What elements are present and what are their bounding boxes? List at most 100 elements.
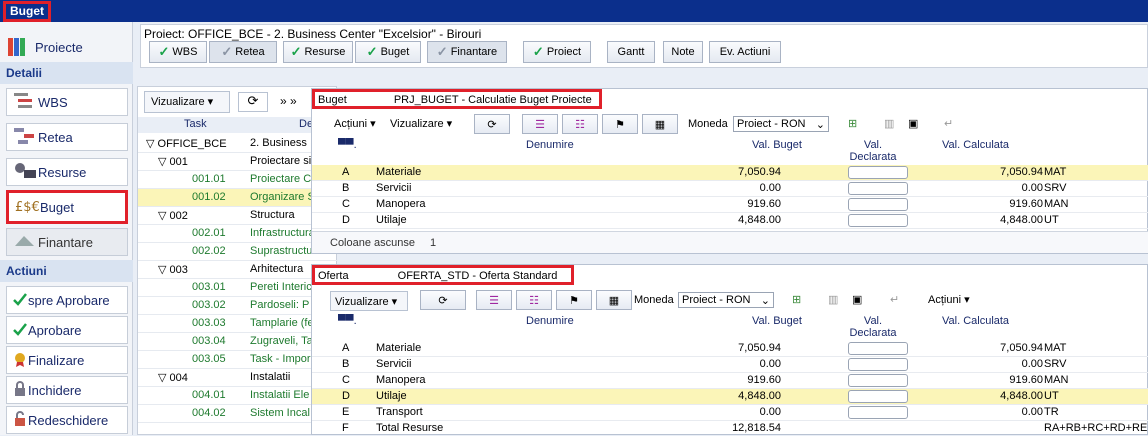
budget-row[interactable]: B Servicii 0.00 0.00 SRV <box>312 181 1148 197</box>
budget-row[interactable]: A Materiale 7,050.94 7,050.94 MAT <box>312 165 1148 181</box>
budget-row[interactable]: D Utilaje 4,848.00 4,848.00 UT <box>312 213 1148 229</box>
val-declarata-input[interactable] <box>848 406 908 419</box>
budget-row[interactable]: E Transport 0.00 0.00 TR <box>312 405 1148 421</box>
actiuni-menu[interactable]: Acțiuni ▾ <box>928 293 970 306</box>
val-declarata-input[interactable] <box>848 166 908 179</box>
val-declarata-input[interactable] <box>848 374 908 387</box>
sidebar-item-proiecte[interactable]: Proiecte <box>6 32 128 62</box>
visualize-dropdown[interactable]: Vizualizare ▾ <box>390 117 452 130</box>
row-code: D <box>342 214 350 226</box>
task-row[interactable]: 003.04 Zugraveli, Ta <box>138 333 338 351</box>
task-name: Arhitectura <box>250 263 304 275</box>
action-spre-aprobare[interactable]: spre Aprobare <box>6 286 128 314</box>
finantare-button[interactable]: ✓ Finantare <box>427 41 507 63</box>
sort-asc-icon[interactable]: ☰ <box>476 290 512 310</box>
budget-row[interactable]: C Manopera 919.60 919.60 MAN <box>312 197 1148 213</box>
val-declarata-input[interactable] <box>848 198 908 211</box>
hidden-columns-count: 1 <box>430 237 437 249</box>
sidebar-item-finantare[interactable]: Finantare <box>6 228 128 256</box>
task-name: Structura <box>250 209 295 221</box>
retea-button[interactable]: ✓ Retea <box>209 41 277 63</box>
oferta-panel: Oferta OFERTA_STD - Oferta Standard Vizu… <box>311 264 1148 435</box>
task-row[interactable]: ▽ 003 Arhitectura <box>138 261 338 279</box>
task-row[interactable]: 001.02 Organizare S <box>138 189 338 207</box>
sort-desc-icon[interactable]: ☷ <box>562 114 598 134</box>
task-row[interactable]: 004.02 Sistem Incal <box>138 405 338 423</box>
export-icon[interactable]: ⊞ <box>848 117 857 130</box>
val-declarata-input[interactable] <box>848 358 908 371</box>
task-row[interactable]: 003.02 Pardoseli: P <box>138 297 338 315</box>
grid-icon[interactable]: ▣ <box>908 117 918 130</box>
refresh-icon[interactable]: ⟳ <box>238 92 268 112</box>
calculator-icon[interactable]: ▦ <box>642 114 678 134</box>
task-row[interactable]: 002.01 Infrastructura <box>138 225 338 243</box>
resurse-button[interactable]: ✓ Resurse <box>283 41 353 63</box>
sidebar-item-resurse[interactable]: Resurse <box>6 158 128 186</box>
task-row[interactable]: ▽ 002 Structura <box>138 207 338 225</box>
budget-row[interactable]: D Utilaje 4,848.00 4,848.00 UT <box>312 389 1148 405</box>
val-declarata-input[interactable] <box>848 390 908 403</box>
col-denumire: Denumire <box>526 315 574 327</box>
budget-row[interactable]: A Materiale 7,050.94 7,050.94 MAT <box>312 341 1148 357</box>
task-row[interactable]: 004.01 Instalatii Ele <box>138 387 338 405</box>
sidebar-item-wbs[interactable]: WBS <box>6 88 128 116</box>
task-row[interactable]: 001.01 Proiectare C <box>138 171 338 189</box>
val-declarata-input[interactable] <box>848 182 908 195</box>
action-finalizare[interactable]: Finalizare <box>6 346 128 374</box>
action-aprobare[interactable]: Aprobare <box>6 316 128 344</box>
sidebar-item-buget[interactable]: £$€ Buget <box>6 190 128 224</box>
return-icon[interactable]: ↵ <box>944 117 953 130</box>
task-row[interactable]: ▽ 001 Proiectare si <box>138 153 338 171</box>
sort-desc-icon[interactable]: ☷ <box>516 290 552 310</box>
val-declarata-input[interactable] <box>848 214 908 227</box>
task-row[interactable]: ▽ OFFICE_BCE 2. Business <box>138 135 338 153</box>
return-icon[interactable]: ↵ <box>890 293 899 306</box>
col-task: Task <box>184 118 207 130</box>
note-button[interactable]: Note <box>663 41 703 63</box>
moneda-select[interactable]: Proiect - RON ⌄ <box>733 116 829 132</box>
gantt-button[interactable]: Gantt <box>607 41 655 63</box>
val-declarata-input[interactable] <box>848 342 908 355</box>
visualize-dropdown[interactable]: Vizualizare ▾ <box>330 291 408 311</box>
export-icon[interactable]: ⊞ <box>792 293 801 306</box>
row-denumire: Manopera <box>376 198 426 210</box>
proiect-button[interactable]: ✓ Proiect <box>523 41 591 63</box>
filter-icon[interactable]: ⚑ <box>556 290 592 310</box>
action-inchidere[interactable]: Inchidere <box>6 376 128 404</box>
grid-icon[interactable]: ▣ <box>852 293 862 306</box>
row-unit: UT <box>1044 214 1059 226</box>
row-denumire: Utilaje <box>376 390 407 402</box>
sort-asc-icon[interactable]: ☰ <box>522 114 558 134</box>
filter-icon[interactable]: ⚑ <box>602 114 638 134</box>
row-unit: MAT <box>1044 166 1067 178</box>
task-row[interactable]: 002.02 Suprastructu <box>138 243 338 261</box>
refresh-icon[interactable]: ⟳ <box>420 290 466 310</box>
ev-actiuni-button[interactable]: Ev. Actiuni <box>709 41 781 63</box>
task-code: 001.01 <box>192 173 226 185</box>
task-row[interactable]: ▽ 004 Instalatii <box>138 369 338 387</box>
calculator-icon[interactable]: ▦ <box>596 290 632 310</box>
moneda-select[interactable]: Proiect - RON ⌄ <box>678 292 774 308</box>
action-redeschidere[interactable]: Redeschidere <box>6 406 128 434</box>
row-unit: TR <box>1044 406 1059 418</box>
budget-row[interactable]: C Manopera 919.60 919.60 MAN <box>312 373 1148 389</box>
actiuni-menu[interactable]: Acțiuni ▾ <box>334 117 376 130</box>
visualize-dropdown[interactable]: Vizualizare ▾ <box>144 91 230 113</box>
columns-icon[interactable]: ▥ <box>828 293 838 306</box>
columns-icon[interactable]: ▥ <box>884 117 894 130</box>
buget-footer: Coloane ascunse 1 <box>312 231 1148 253</box>
wbs-button[interactable]: ✓ WBS <box>149 41 207 63</box>
task-name: Zugraveli, Ta <box>250 335 313 347</box>
task-row[interactable]: 003.05 Task - Impor <box>138 351 338 369</box>
task-column-header: Task De <box>138 117 338 133</box>
expand-arrows-icon[interactable]: » » <box>280 94 297 108</box>
task-row[interactable]: 003.03 Tamplarie (fe <box>138 315 338 333</box>
action-label: Inchidere <box>28 382 82 398</box>
budget-row[interactable]: F Total Resurse 12,818.54 RA+RB+RC+RD+RE <box>312 421 1148 436</box>
sidebar-item-retea[interactable]: Retea <box>6 123 128 151</box>
refresh-icon[interactable]: ⟳ <box>474 114 510 134</box>
buget-button[interactable]: ✓ Buget <box>355 41 421 63</box>
budget-row[interactable]: B Servicii 0.00 0.00 SRV <box>312 357 1148 373</box>
button-label: Proiect <box>546 46 582 58</box>
task-row[interactable]: 003.01 Pereti Interic <box>138 279 338 297</box>
